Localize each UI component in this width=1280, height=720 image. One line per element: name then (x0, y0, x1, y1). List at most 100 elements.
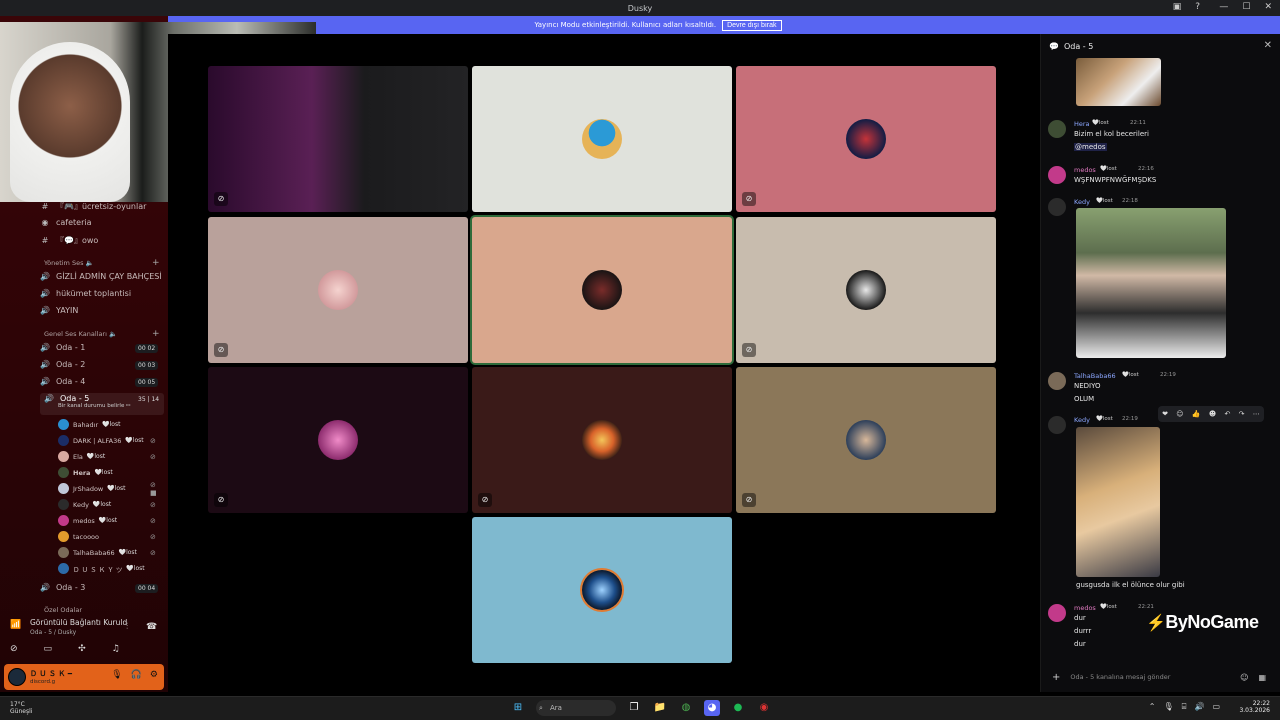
apps-icon[interactable]: ▦ (1258, 673, 1266, 682)
chat-input[interactable]: Oda - 5 kanalına mesaj gönder (1070, 673, 1170, 681)
attached-image[interactable] (1076, 58, 1161, 106)
spotify-icon[interactable]: ● (730, 700, 746, 716)
heart-reaction-icon[interactable]: ❤ (1162, 410, 1168, 418)
muted-icon: ⊘ (742, 493, 756, 507)
channel-cafeteria[interactable]: ◉ cafeteria (40, 218, 92, 227)
chevron-up-icon[interactable]: ⌃ (1149, 702, 1156, 712)
channel-owo[interactable]: # 『💬』owo (40, 235, 99, 246)
voice-member[interactable]: DARK | ALFA36 🤍lost ⊘ (58, 435, 156, 446)
section-admin-voice[interactable]: Yönetim Ses 🔈 + (44, 258, 160, 268)
noise-suppression-icon[interactable]: ⫶ (126, 622, 128, 632)
voice-member[interactable]: Ela 🤍lost ⊘ (58, 451, 156, 462)
video-tile-medos[interactable]: ⊘ (208, 367, 468, 513)
message-actions-bar: ❤ ☺ 👍 ☻ ↶ ↷ ⋯ (1158, 406, 1264, 422)
video-tile-kedy[interactable]: ⊘ (472, 367, 732, 513)
voice-member[interactable]: Bahadır 🤍lost (58, 419, 120, 430)
disable-streamer-mode-button[interactable]: Devre dışı bırak (722, 19, 782, 31)
weather-widget[interactable]: 17°C Güneşli (10, 701, 32, 715)
camera-off-icon[interactable]: ⊘ (10, 644, 18, 654)
voice-channel-admin-tea[interactable]: 🔊 GİZLİ ADMİN ÇAY BAHÇESİ (40, 272, 162, 281)
voice-channel-oda-3[interactable]: 🔊 Oda - 3 (40, 583, 85, 592)
avatar[interactable] (8, 668, 26, 686)
attach-plus-icon[interactable]: + (1052, 672, 1060, 683)
start-menu-icon[interactable]: ⊞ (510, 700, 526, 716)
voice-channel-government[interactable]: 🔊 hükümet toplantisi (40, 289, 131, 298)
voice-member[interactable]: TalhaBaba66 🤍lost ⊘ (58, 547, 156, 558)
video-tile-jrshadow[interactable]: ⊘ (736, 217, 996, 363)
volume-icon[interactable]: 🔊 (1194, 702, 1204, 712)
video-tile-alfa36[interactable]: ⊘ (736, 66, 996, 212)
add-reaction-icon[interactable]: ☻ (1209, 410, 1216, 418)
section-private-rooms[interactable]: Özel Odalar (44, 606, 82, 614)
connection-channel[interactable]: Oda - 5 / Dusky (30, 629, 76, 636)
laugh-reaction-icon[interactable]: ☺ (1176, 410, 1183, 418)
avatar[interactable] (1048, 198, 1066, 216)
settings-gear-icon[interactable]: ⚙ (150, 670, 158, 680)
avatar[interactable] (1048, 604, 1066, 622)
add-channel-icon[interactable]: + (152, 329, 160, 339)
maximize-icon[interactable]: ☐ (1242, 2, 1250, 12)
voice-member[interactable]: Ｄ Ｕ Ｓ Ｋ Ｙ ツ 🤍lost (58, 563, 145, 574)
user-mention[interactable]: @medos (1074, 143, 1107, 151)
avatar (846, 420, 886, 460)
microphone-icon[interactable]: 🎙 (1164, 702, 1174, 712)
network-icon[interactable]: ⌸ (1182, 702, 1187, 712)
task-view-icon[interactable]: ❐ (626, 700, 642, 716)
video-tile-dusky[interactable] (472, 517, 732, 663)
taskbar-search[interactable]: ⌕ Ara (536, 700, 616, 716)
disconnect-icon[interactable]: ☎ (146, 622, 157, 632)
video-tile-camera[interactable]: ⊘ (208, 66, 468, 212)
chat-header: 💬 Oda - 5 (1049, 42, 1094, 51)
voice-channel-yayin[interactable]: 🔊 YAYIN (40, 306, 78, 315)
attached-video[interactable] (1076, 427, 1160, 577)
system-clock[interactable]: 22:22 3.03.2026 (1239, 700, 1270, 714)
soundboard-icon[interactable]: ♫ (112, 644, 120, 654)
screen-share-icon[interactable]: ▭ (44, 644, 53, 654)
activities-icon[interactable]: ✣ (78, 644, 86, 654)
headphones-icon[interactable]: 🎧 (131, 670, 142, 680)
voice-member[interactable]: tacoooo ⊘ (58, 531, 156, 542)
chrome-icon[interactable]: ◍ (678, 700, 694, 716)
user-status: discord.g (30, 679, 56, 685)
emoji-icon[interactable]: ☺ (1240, 673, 1248, 682)
app-icon[interactable]: ◉ (756, 700, 772, 716)
close-chat-icon[interactable]: ✕ (1264, 40, 1272, 51)
voice-member[interactable]: Hera 🤍lost (58, 467, 113, 478)
add-channel-icon[interactable]: + (152, 258, 160, 268)
voice-member[interactable]: medos 🤍lost ⊘ (58, 515, 156, 526)
avatar[interactable] (1048, 120, 1066, 138)
chat-input-bar[interactable]: + Oda - 5 kanalına mesaj gönder ☺ ▦ (1046, 666, 1274, 688)
forward-icon[interactable]: ↷ (1239, 410, 1245, 418)
avatar[interactable] (1048, 166, 1066, 184)
avatar (58, 547, 69, 558)
inbox-icon[interactable]: ▣ (1173, 2, 1182, 12)
video-tile-hera[interactable] (472, 217, 732, 363)
reply-icon[interactable]: ↶ (1224, 410, 1230, 418)
voice-channel-oda-2[interactable]: 🔊 Oda - 2 (40, 360, 85, 369)
voice-channel-oda-1[interactable]: 🔊 Oda - 1 (40, 343, 85, 352)
hash-icon: # (41, 236, 49, 245)
minimize-icon[interactable]: — (1219, 2, 1228, 12)
voice-channel-oda-4[interactable]: 🔊 Oda - 4 (40, 377, 85, 386)
file-explorer-icon[interactable]: 📁 (652, 700, 668, 716)
discord-icon[interactable]: ◕ (704, 700, 720, 716)
voice-member[interactable]: Kedy 🤍lost ⊘ (58, 499, 156, 510)
more-options-icon[interactable]: ⋯ (1253, 410, 1260, 418)
connection-status[interactable]: Görüntülü Bağlantı Kuruld (30, 618, 127, 627)
thumbs-up-icon[interactable]: 👍 (1192, 410, 1201, 418)
help-icon[interactable]: ? (1195, 2, 1200, 12)
close-window-icon[interactable]: ✕ (1264, 2, 1272, 12)
section-general-voice[interactable]: Genel Ses Kanalları 🔈 + (44, 329, 160, 339)
muted-icon: ⊘ (742, 343, 756, 357)
channel-free-games[interactable]: # 『🎮』ücretsiz-oyunlar (40, 201, 147, 212)
battery-icon[interactable]: ▭ (1212, 702, 1220, 712)
video-tile-bahadir[interactable] (472, 66, 732, 212)
speaker-icon: 🔊 (44, 394, 54, 403)
voice-member[interactable]: JrShadow 🤍lost ⊘ ■ (58, 481, 157, 497)
microphone-icon[interactable]: 🎙 (111, 670, 122, 680)
video-tile-talhababa[interactable]: ⊘ (736, 367, 996, 513)
attached-video[interactable] (1076, 208, 1226, 358)
avatar[interactable] (1048, 372, 1066, 390)
video-tile-ela[interactable]: ⊘ (208, 217, 468, 363)
avatar[interactable] (1048, 416, 1066, 434)
